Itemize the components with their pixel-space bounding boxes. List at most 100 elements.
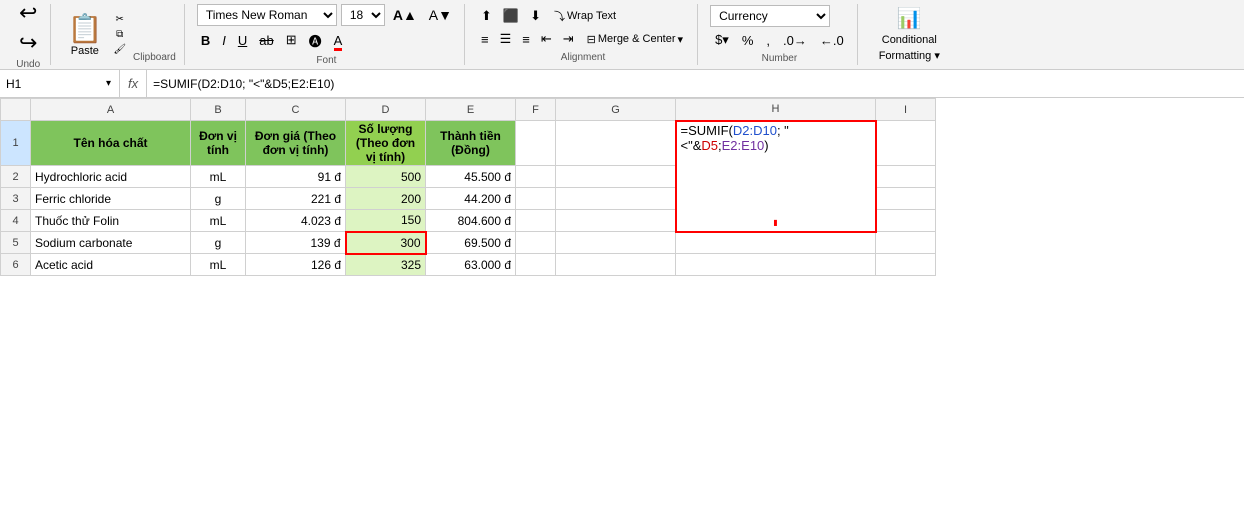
cell-g6[interactable]: [556, 254, 676, 276]
bold-button[interactable]: B: [197, 31, 214, 50]
font-shrink-button[interactable]: A▼: [425, 5, 456, 25]
cell-b5[interactable]: g: [191, 232, 246, 254]
cell-b3[interactable]: g: [191, 188, 246, 210]
cell-f5[interactable]: [516, 232, 556, 254]
wrap-text-button[interactable]: ⤵ Wrap Text: [548, 6, 622, 26]
cell-b6[interactable]: mL: [191, 254, 246, 276]
cell-e4[interactable]: 804.600 đ: [426, 210, 516, 232]
cell-e1[interactable]: Thành tiền (Đồng): [426, 121, 516, 166]
cell-e3[interactable]: 44.200 đ: [426, 188, 516, 210]
underline-button[interactable]: U: [234, 31, 251, 50]
paste-button[interactable]: 📋 Paste: [63, 4, 106, 65]
merge-center-button[interactable]: ⊟ Merge & Center ▾: [581, 31, 689, 48]
cell-c4[interactable]: 4.023 đ: [246, 210, 346, 232]
cell-a2[interactable]: Hydrochloric acid: [31, 166, 191, 188]
redo-icon: ↪: [19, 32, 37, 54]
indent-increase-button[interactable]: ⇥: [559, 29, 578, 49]
cell-b1[interactable]: Đơn vị tính: [191, 121, 246, 166]
cell-h6[interactable]: [676, 254, 876, 276]
cell-d2[interactable]: 500: [346, 166, 426, 188]
cell-i5[interactable]: [876, 232, 936, 254]
cell-i1[interactable]: [876, 121, 936, 166]
cell-d4[interactable]: 150: [346, 210, 426, 232]
cell-f3[interactable]: [516, 188, 556, 210]
cell-f4[interactable]: [516, 210, 556, 232]
cell-a6[interactable]: Acetic acid: [31, 254, 191, 276]
col-header-e[interactable]: E: [426, 99, 516, 121]
align-middle-button[interactable]: ⬛: [499, 6, 523, 26]
indent-decrease-button[interactable]: ⇤: [537, 29, 556, 49]
cell-e6[interactable]: 63.000 đ: [426, 254, 516, 276]
fill-color-button[interactable]: 🅐: [305, 29, 326, 52]
cell-b4[interactable]: mL: [191, 210, 246, 232]
cell-i3[interactable]: [876, 188, 936, 210]
conditional-formatting-button[interactable]: 📊 ConditionalFormatting ▾: [870, 0, 949, 69]
align-top-button[interactable]: ⬆: [477, 6, 496, 26]
cell-h1[interactable]: =SUMIF(D2:D10; "<"&D5;E2:E10) ▮: [676, 121, 876, 232]
font-grow-button[interactable]: A▲: [389, 5, 421, 25]
cell-g4[interactable]: [556, 210, 676, 232]
cell-c2[interactable]: 91 đ: [246, 166, 346, 188]
borders-button[interactable]: ⊞: [282, 30, 301, 50]
align-left-button[interactable]: ≡: [477, 30, 493, 49]
col-header-c[interactable]: C: [246, 99, 346, 121]
col-header-a[interactable]: A: [31, 99, 191, 121]
cell-d5[interactable]: 300: [346, 232, 426, 254]
redo-button[interactable]: ↪: [14, 29, 42, 57]
cell-i4[interactable]: [876, 210, 936, 232]
cell-c5[interactable]: 139 đ: [246, 232, 346, 254]
number-format-selector[interactable]: Currency: [710, 5, 830, 27]
formula-input[interactable]: [147, 75, 1244, 93]
dollar-button[interactable]: $▾: [710, 30, 734, 50]
cell-i2[interactable]: [876, 166, 936, 188]
cell-e5[interactable]: 69.500 đ: [426, 232, 516, 254]
cell-c1[interactable]: Đơn giá (Theo đơn vị tính): [246, 121, 346, 166]
cell-f2[interactable]: [516, 166, 556, 188]
cell-c6[interactable]: 126 đ: [246, 254, 346, 276]
row-header-2: 2: [1, 166, 31, 188]
percent-button[interactable]: %: [737, 31, 759, 50]
cell-b2[interactable]: mL: [191, 166, 246, 188]
col-header-d[interactable]: D: [346, 99, 426, 121]
col-header-i[interactable]: I: [876, 99, 936, 121]
format-painter-icon: 🖌: [113, 44, 126, 55]
align-right-button[interactable]: ≡: [518, 30, 534, 49]
align-center-button[interactable]: ☰: [496, 29, 516, 49]
align-bottom-button[interactable]: ⬇: [526, 6, 545, 26]
column-headers-row: A B C D E F G H I: [1, 99, 936, 121]
cell-f1[interactable]: [516, 121, 556, 166]
col-header-b[interactable]: B: [191, 99, 246, 121]
font-name-selector[interactable]: Times New Roman: [197, 4, 337, 26]
format-painter-button[interactable]: 🖌: [110, 43, 129, 56]
font-size-selector[interactable]: 18: [341, 4, 385, 26]
cell-h5[interactable]: [676, 232, 876, 254]
cell-d1[interactable]: Số lượng (Theo đơn vị tính): [346, 121, 426, 166]
increase-decimal-button[interactable]: .0→: [778, 31, 812, 50]
cell-a4[interactable]: Thuốc thử Folin: [31, 210, 191, 232]
col-header-f[interactable]: F: [516, 99, 556, 121]
font-color-button[interactable]: A: [330, 31, 347, 50]
decrease-decimal-button[interactable]: ←.0: [815, 31, 849, 50]
cell-g3[interactable]: [556, 188, 676, 210]
cell-a1[interactable]: Tên hóa chất: [31, 121, 191, 166]
cell-g1[interactable]: [556, 121, 676, 166]
cell-c3[interactable]: 221 đ: [246, 188, 346, 210]
cell-ref-dropdown-button[interactable]: ▾: [104, 78, 113, 89]
cut-button[interactable]: ✂: [110, 13, 129, 26]
cell-g2[interactable]: [556, 166, 676, 188]
cell-d3[interactable]: 200: [346, 188, 426, 210]
strikethrough-button[interactable]: ab: [255, 31, 277, 50]
copy-button[interactable]: ⧉: [110, 28, 129, 41]
cell-f6[interactable]: [516, 254, 556, 276]
cell-g5[interactable]: [556, 232, 676, 254]
italic-button[interactable]: I: [218, 31, 230, 50]
cell-a5[interactable]: Sodium carbonate: [31, 232, 191, 254]
cell-e2[interactable]: 45.500 đ: [426, 166, 516, 188]
col-header-g[interactable]: G: [556, 99, 676, 121]
col-header-h[interactable]: H: [676, 99, 876, 121]
cell-i6[interactable]: [876, 254, 936, 276]
cell-d6[interactable]: 325: [346, 254, 426, 276]
cell-a3[interactable]: Ferric chloride: [31, 188, 191, 210]
undo-button[interactable]: ↩: [14, 0, 42, 27]
comma-button[interactable]: ,: [761, 31, 775, 50]
